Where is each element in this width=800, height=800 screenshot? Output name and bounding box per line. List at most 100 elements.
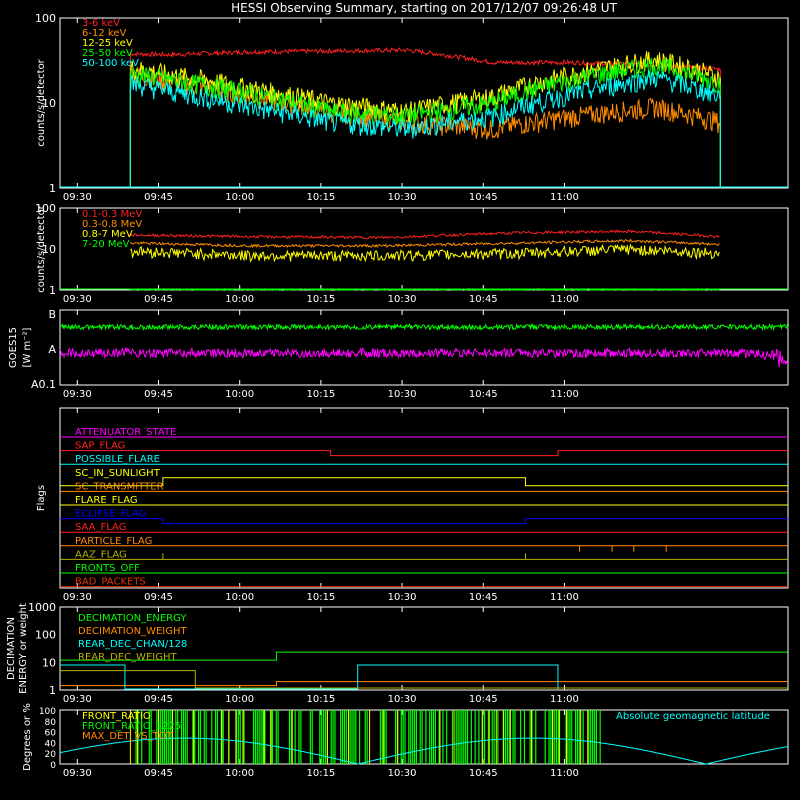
x-tick-label: 09:30 bbox=[63, 768, 92, 779]
flag-label: SAP_FLAG bbox=[75, 441, 125, 452]
x-tick-label: 10:45 bbox=[469, 389, 498, 400]
legend-entry: DECIMATION_WEIGHT bbox=[78, 626, 187, 637]
x-tick-label: 10:00 bbox=[225, 592, 254, 603]
panel-goes-frame bbox=[59, 309, 789, 386]
x-tick-label: 10:30 bbox=[388, 694, 417, 705]
panel-decimation: 09:30 09:45 10:00 10:15 10:30 10:45 11:00 DECIM… bbox=[6, 601, 789, 705]
y-tick-label: 10 bbox=[42, 656, 56, 669]
y-tick-label: 100 bbox=[35, 629, 56, 642]
x-tick-label: 10:30 bbox=[388, 389, 417, 400]
y-axis-unit: [W m⁻²] bbox=[22, 327, 33, 367]
flag-label: AAZ_FLAG bbox=[75, 549, 127, 560]
y-tick-label: 100 bbox=[35, 202, 56, 215]
flag-line-1 bbox=[60, 450, 788, 457]
series-line-0 bbox=[59, 322, 789, 332]
panels: 09:30 09:45 10:00 10:15 10:30 10:45 11:00count… bbox=[6, 12, 789, 779]
x-tick-label: 09:30 bbox=[63, 294, 92, 305]
x-tick-label: 10:00 bbox=[225, 694, 254, 705]
y-axis-label: Flags bbox=[36, 485, 47, 511]
series-line-0 bbox=[129, 229, 720, 240]
x-tick-label: 10:00 bbox=[225, 768, 254, 779]
x-tick-label: 10:15 bbox=[306, 592, 335, 603]
flag-label: FLARE_FLAG bbox=[75, 495, 138, 506]
x-tick-label: 09:45 bbox=[144, 694, 173, 705]
y-axis-label: ENERGY or weight bbox=[18, 603, 29, 694]
x-tick-label: 10:15 bbox=[306, 294, 335, 305]
legend-entry: 50-100 keV bbox=[82, 58, 139, 69]
x-tick-label: 09:45 bbox=[144, 192, 173, 203]
x-tick-label: 10:15 bbox=[306, 694, 335, 705]
x-tick-label: 10:30 bbox=[388, 592, 417, 603]
y-tick-label: 1 bbox=[49, 284, 56, 297]
y-tick-label: 1 bbox=[49, 684, 56, 697]
x-tick-label: 10:15 bbox=[306, 192, 335, 203]
y-tick-label: A bbox=[48, 343, 56, 356]
x-tick-label: 10:45 bbox=[469, 192, 498, 203]
x-tick-label: 10:00 bbox=[225, 294, 254, 305]
series-line-2 bbox=[130, 243, 720, 263]
legend-entry: REAR_DEC_WEIGHT bbox=[78, 652, 177, 663]
y-axis-label: Degrees or % bbox=[22, 703, 33, 771]
x-tick-label: 09:45 bbox=[144, 294, 173, 305]
x-tick-label: 09:30 bbox=[63, 694, 92, 705]
y-tick-label: 10 bbox=[42, 97, 56, 110]
flag-line-3 bbox=[60, 477, 788, 487]
y-tick-label: 100 bbox=[39, 707, 56, 717]
flag-label: POSSIBLE_FLARE bbox=[75, 454, 160, 465]
y-tick-label: 1 bbox=[49, 182, 56, 195]
flag-label: ECLIPSE_FLAG bbox=[75, 509, 146, 520]
x-tick-label: 11:00 bbox=[550, 294, 579, 305]
x-tick-label: 10:30 bbox=[388, 768, 417, 779]
flag-line-6 bbox=[60, 518, 788, 525]
x-tick-label: 11:00 bbox=[550, 192, 579, 203]
y-axis-label: DECIMATION bbox=[6, 617, 17, 680]
x-tick-label: 10:15 bbox=[306, 768, 335, 779]
x-tick-label: 10:45 bbox=[469, 294, 498, 305]
y-tick-label: 10 bbox=[42, 243, 56, 256]
panel-low-energy: 09:30 09:45 10:00 10:15 10:30 10:45 11:00count… bbox=[35, 12, 789, 203]
x-tick-label: 10:15 bbox=[306, 389, 335, 400]
x-tick-label: 10:45 bbox=[469, 768, 498, 779]
flag-label: FRONTS_OFF bbox=[75, 563, 140, 574]
legend-entry: REAR_DEC_CHAN/128 bbox=[78, 639, 187, 650]
y-tick-label: 60 bbox=[45, 729, 57, 739]
flag-label: ATTENUATOR_STATE bbox=[75, 427, 176, 438]
legend-entry: DECIMATION_ENERGY bbox=[78, 613, 187, 624]
y-axis-label: GOES15 bbox=[8, 327, 19, 368]
y-tick-label: 20 bbox=[45, 750, 57, 760]
legend-entry: MAX_DET_VS_TOT bbox=[82, 731, 174, 742]
y-tick-label: A0.1 bbox=[31, 378, 56, 391]
panel-high-energy-frame bbox=[59, 207, 789, 291]
y-tick-label: 100 bbox=[35, 12, 56, 25]
panel-goes: 09:30 09:45 10:00 10:15 10:30 10:45 11:00 GOES1… bbox=[8, 308, 789, 400]
flag-label: BAD_PACKETS bbox=[75, 577, 146, 588]
series-line-0 bbox=[130, 47, 721, 73]
flag-label: SC_IN_SUNLIGHT bbox=[75, 468, 161, 479]
series-line-1 bbox=[59, 346, 789, 368]
panel-flags: 09:30 09:45 10:00 10:15 10:30 10:45 11:00 Flags… bbox=[36, 407, 789, 603]
y-tick-label: 40 bbox=[45, 739, 57, 749]
x-tick-label: 09:45 bbox=[144, 389, 173, 400]
x-tick-label: 09:45 bbox=[144, 768, 173, 779]
series-line-1 bbox=[60, 681, 788, 687]
x-tick-label: 11:00 bbox=[550, 768, 579, 779]
x-tick-label: 10:45 bbox=[469, 694, 498, 705]
x-tick-label: 11:00 bbox=[550, 592, 579, 603]
x-tick-label: 10:30 bbox=[388, 294, 417, 305]
y-tick-label: 1000 bbox=[28, 601, 56, 614]
legend-entry: Absolute geomagnetic latitude bbox=[616, 711, 770, 722]
flag-label: SC_TRANSMITTER bbox=[75, 481, 164, 492]
x-tick-label: 10:00 bbox=[225, 192, 254, 203]
legend-entry: 7-20 MeV bbox=[82, 239, 130, 250]
x-tick-label: 11:00 bbox=[550, 694, 579, 705]
x-tick-label: 09:30 bbox=[63, 389, 92, 400]
y-tick-label: B bbox=[48, 308, 56, 321]
chart-title: HESSI Observing Summary, starting on 201… bbox=[231, 1, 617, 15]
y-tick-label: 80 bbox=[45, 718, 57, 728]
flag-label: SAA_FLAG bbox=[75, 522, 126, 533]
x-tick-label: 09:30 bbox=[63, 592, 92, 603]
y-tick-label: 0 bbox=[50, 761, 56, 771]
x-tick-label: 10:45 bbox=[469, 592, 498, 603]
x-tick-label: 09:30 bbox=[63, 192, 92, 203]
flag-label: PARTICLE_FLAG bbox=[75, 536, 152, 547]
